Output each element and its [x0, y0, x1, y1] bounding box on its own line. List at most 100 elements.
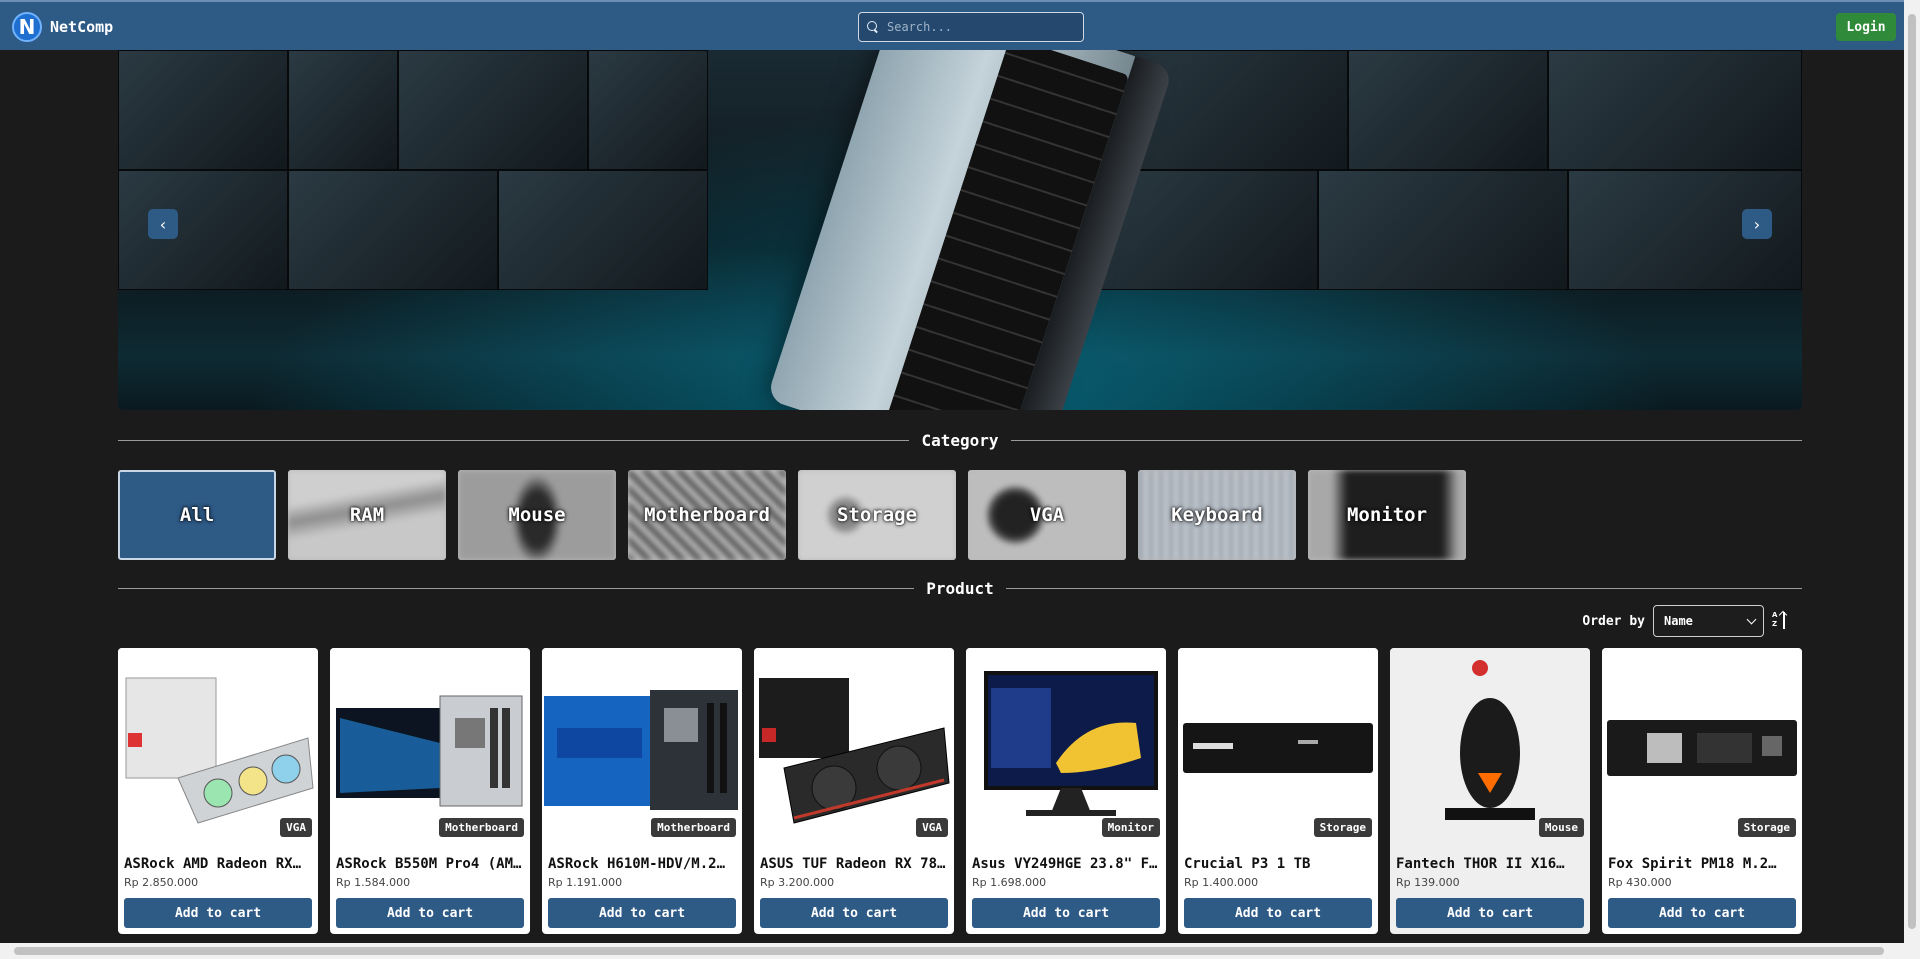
category-vga[interactable]: VGA: [968, 470, 1126, 560]
order-by-value: Name: [1664, 614, 1693, 628]
category-badge: VGA: [280, 818, 312, 837]
banner-tile: [588, 50, 708, 170]
product-name[interactable]: Fantech THOR II X16…: [1396, 856, 1584, 872]
chevron-left-icon: ‹: [159, 214, 167, 234]
product-price: Rp 1.584.000: [336, 876, 411, 889]
carousel-next-button[interactable]: ›: [1742, 209, 1772, 239]
banner-tile: [498, 170, 708, 290]
vertical-scrollbar[interactable]: [1904, 0, 1920, 959]
banner-tile: [288, 50, 398, 170]
product-name[interactable]: ASRock AMD Radeon RX…: [124, 856, 312, 872]
product-card[interactable]: VGA ASRock AMD Radeon RX… Rp 2.850.000 A…: [118, 648, 318, 934]
category-storage[interactable]: Storage: [798, 470, 956, 560]
banner-tile: [1318, 170, 1568, 290]
laptop-image: [766, 50, 1174, 410]
brand[interactable]: N NetComp: [12, 10, 113, 44]
order-controls: Order by Name A Z: [1582, 605, 1790, 637]
product-card[interactable]: VGA ASUS TUF Radeon RX 780… Rp 3.200.000…: [754, 648, 954, 934]
product-card[interactable]: Storage Fox Spirit PM18 M.2… Rp 430.000 …: [1602, 648, 1802, 934]
product-price: Rp 1.191.000: [548, 876, 623, 889]
product-card[interactable]: Motherboard ASRock B550M Pro4 (AM4… Rp 1…: [330, 648, 530, 934]
product-list: VGA ASRock AMD Radeon RX… Rp 2.850.000 A…: [118, 648, 1802, 934]
search-icon: [867, 21, 879, 33]
category-badge: Motherboard: [651, 818, 736, 837]
chevron-right-icon: ›: [1753, 214, 1761, 234]
divider: [1010, 439, 1802, 441]
category-badge: VGA: [916, 818, 948, 837]
product-price: Rp 430.000: [1608, 876, 1672, 889]
product-name[interactable]: ASRock H610M-HDV/M.2…: [548, 856, 736, 872]
category-mouse[interactable]: Mouse: [458, 470, 616, 560]
category-label: Monitor: [1346, 504, 1428, 526]
add-to-cart-button[interactable]: Add to cart: [336, 898, 524, 928]
search-box[interactable]: [858, 12, 1084, 42]
product-card[interactable]: Storage Crucial P3 1 TB Rp 1.400.000 Add…: [1178, 648, 1378, 934]
category-badge: Storage: [1737, 818, 1796, 837]
brand-name: NetComp: [50, 18, 114, 36]
horizontal-scrollbar[interactable]: [0, 943, 1904, 959]
carousel-prev-button[interactable]: ‹: [148, 209, 178, 239]
product-price: Rp 2.850.000: [124, 876, 199, 889]
product-name[interactable]: ASRock B550M Pro4 (AM4…: [336, 856, 524, 872]
add-to-cart-button[interactable]: Add to cart: [548, 898, 736, 928]
product-name[interactable]: ASUS TUF Radeon RX 780…: [760, 856, 948, 872]
divider: [118, 439, 910, 441]
banner-tile: [118, 50, 288, 170]
category-motherboard[interactable]: Motherboard: [628, 470, 786, 560]
category-label: RAM: [349, 504, 385, 526]
product-card[interactable]: Mouse Fantech THOR II X16… Rp 139.000 Ad…: [1390, 648, 1590, 934]
sort-az-text: A Z: [1772, 611, 1778, 628]
add-to-cart-button[interactable]: Add to cart: [1396, 898, 1584, 928]
login-button[interactable]: Login: [1836, 13, 1896, 41]
order-by-label: Order by: [1582, 613, 1645, 629]
product-card[interactable]: Monitor Asus VY249HGE 23.8" FH… Rp 1.698…: [966, 648, 1166, 934]
category-label: All: [179, 504, 215, 526]
navbar: N NetComp Login: [0, 0, 1904, 50]
add-to-cart-button[interactable]: Add to cart: [1608, 898, 1796, 928]
category-badge: Motherboard: [439, 818, 524, 837]
banner-tile: [398, 50, 588, 170]
divider: [1005, 587, 1802, 589]
product-price: Rp 1.400.000: [1184, 876, 1259, 889]
category-badge: Storage: [1313, 818, 1372, 837]
category-keyboard[interactable]: Keyboard: [1138, 470, 1296, 560]
category-list: All RAM Mouse Motherboard Storage VGA Ke…: [118, 470, 1466, 560]
category-label: Motherboard: [644, 504, 770, 526]
category-label: Keyboard: [1171, 504, 1263, 526]
sort-direction-icon[interactable]: A Z: [1772, 610, 1790, 631]
category-label: VGA: [1029, 504, 1065, 526]
category-badge: Mouse: [1538, 818, 1584, 837]
chevron-down-icon: [1746, 614, 1757, 624]
product-name[interactable]: Asus VY249HGE 23.8" FH…: [972, 856, 1160, 872]
product-name[interactable]: Fox Spirit PM18 M.2…: [1608, 856, 1796, 872]
arrowhead: [1778, 610, 1788, 620]
netcomp-logo-icon: N: [12, 12, 42, 42]
add-to-cart-button[interactable]: Add to cart: [1184, 898, 1372, 928]
banner-tile: [1548, 50, 1802, 170]
category-title: Category: [921, 430, 999, 450]
category-label: Storage: [836, 504, 918, 526]
category-all[interactable]: All: [118, 470, 276, 560]
category-heading: Category: [118, 429, 1802, 451]
add-to-cart-button[interactable]: Add to cart: [972, 898, 1160, 928]
category-badge: Monitor: [1101, 818, 1160, 837]
product-name[interactable]: Crucial P3 1 TB: [1184, 856, 1372, 872]
category-ram[interactable]: RAM: [288, 470, 446, 560]
banner-tile: [288, 170, 498, 290]
banner-tile: [118, 170, 288, 290]
product-heading: Product: [118, 577, 1802, 599]
add-to-cart-button[interactable]: Add to cart: [124, 898, 312, 928]
product-price: Rp 3.200.000: [760, 876, 835, 889]
product-card[interactable]: Motherboard ASRock H610M-HDV/M.2… Rp 1.1…: [542, 648, 742, 934]
product-price: Rp 139.000: [1396, 876, 1460, 889]
add-to-cart-button[interactable]: Add to cart: [760, 898, 948, 928]
category-monitor[interactable]: Monitor: [1308, 470, 1466, 560]
divider: [118, 587, 915, 589]
product-price: Rp 1.698.000: [972, 876, 1047, 889]
banner-tile: [1348, 50, 1548, 170]
horizontal-scrollbar-thumb[interactable]: [14, 947, 1884, 955]
order-by-select[interactable]: Name: [1653, 605, 1764, 637]
product-title: Product: [926, 578, 994, 598]
vertical-scrollbar-thumb[interactable]: [1908, 14, 1916, 929]
search-input[interactable]: [887, 20, 1077, 34]
